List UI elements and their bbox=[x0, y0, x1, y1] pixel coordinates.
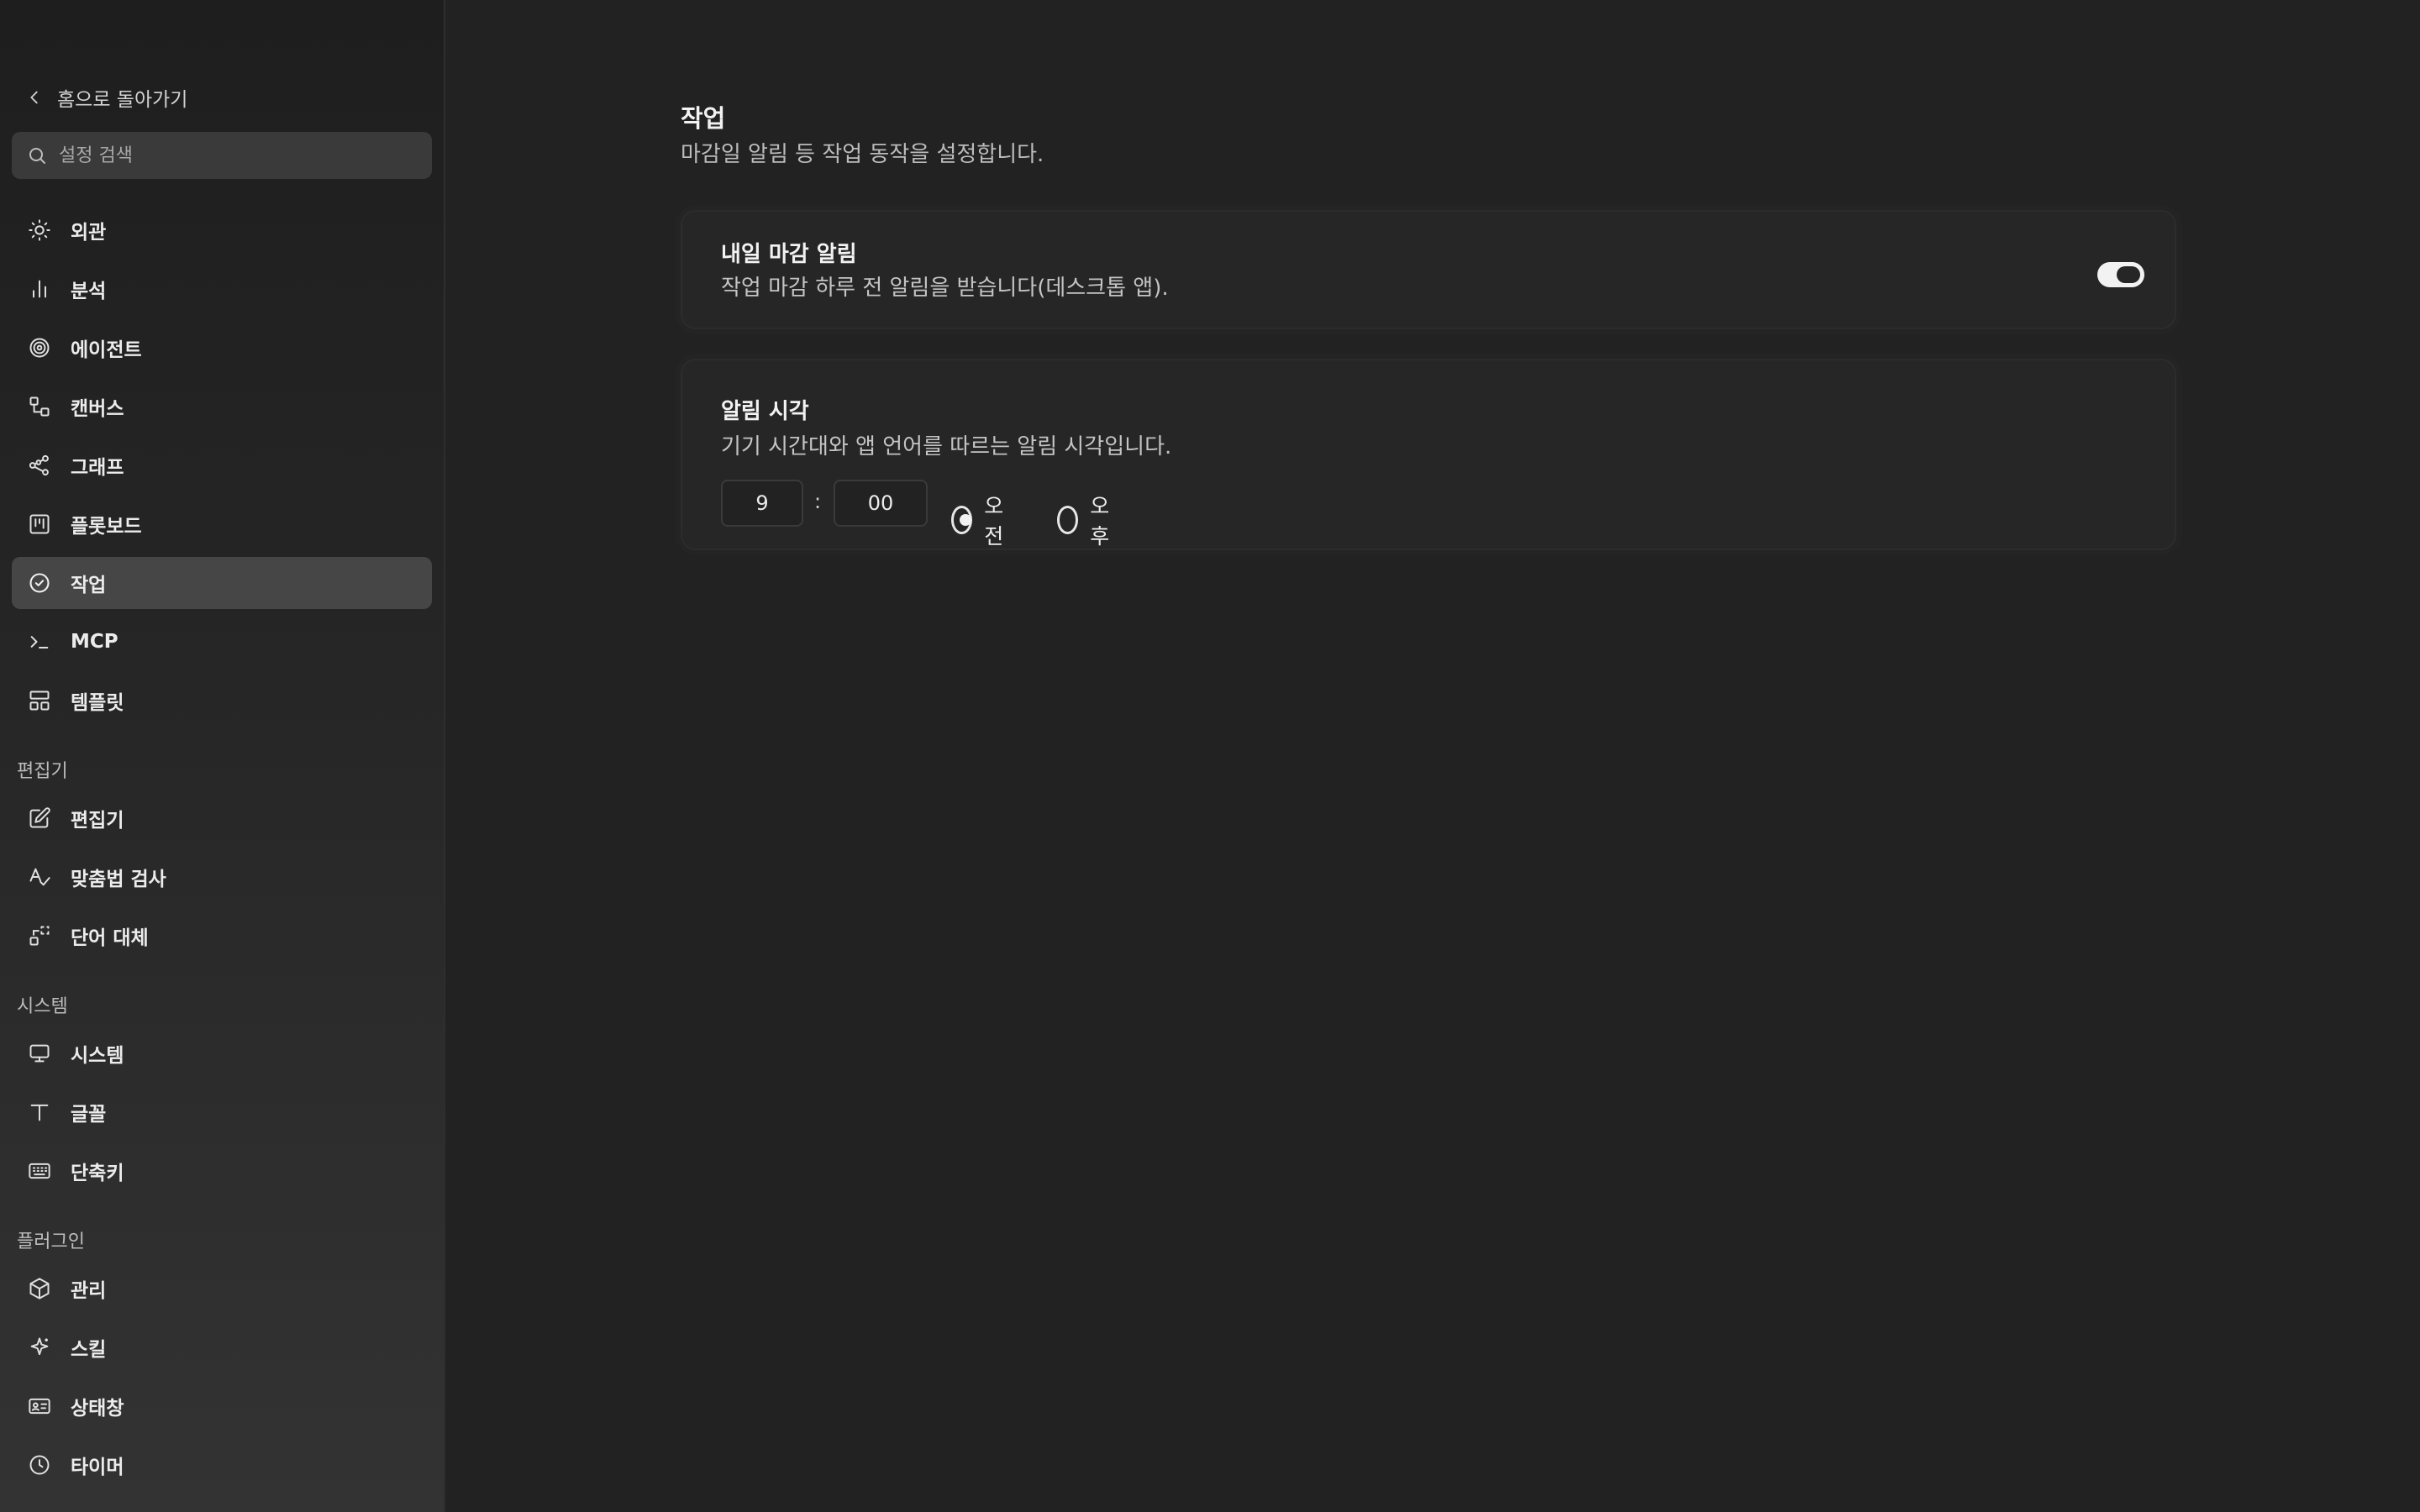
sidebar: 홈으로 돌아가기 외관 분석 에이전트 캔버스 그래프 bbox=[0, 0, 445, 1512]
sidebar-item-label: 단축키 bbox=[71, 1163, 124, 1184]
sidebar-item-label: 스킬 bbox=[71, 1339, 107, 1361]
back-to-home-label: 홈으로 돌아가기 bbox=[57, 89, 188, 111]
type-icon bbox=[27, 1100, 52, 1125]
settings-content: 작업 마감일 알림 등 작업 동작을 설정합니다. 내일 마감 알림 작업 마감… bbox=[447, 0, 2420, 1512]
sidebar-item-graph[interactable]: 그래프 bbox=[12, 439, 432, 491]
sidebar-item-templates[interactable]: 템플릿 bbox=[12, 675, 432, 727]
sun-icon bbox=[27, 218, 52, 243]
sidebar-item-canvas[interactable]: 캔버스 bbox=[12, 381, 432, 433]
sidebar-item-label: 편집기 bbox=[71, 810, 124, 832]
sidebar-item-status-bar[interactable]: 상태창 bbox=[12, 1380, 432, 1432]
kanban-icon bbox=[27, 512, 52, 537]
pm-radio-label: 오후 bbox=[1090, 494, 1110, 549]
id-card-icon bbox=[27, 1394, 52, 1419]
sidebar-item-manage[interactable]: 관리 bbox=[12, 1263, 432, 1315]
keyboard-icon bbox=[27, 1158, 52, 1184]
sidebar-item-label: 작업 bbox=[71, 575, 107, 596]
search-icon bbox=[29, 148, 45, 164]
sidebar-item-label: 단어 대체 bbox=[71, 927, 149, 949]
deadline-reminder-toggle[interactable] bbox=[2097, 262, 2144, 287]
sidebar-item-editor[interactable]: 편집기 bbox=[12, 792, 432, 844]
canvas-icon bbox=[27, 394, 52, 419]
spiral-icon bbox=[27, 335, 52, 360]
am-radio-circle[interactable] bbox=[951, 506, 973, 534]
sidebar-item-label: 플롯보드 bbox=[71, 516, 142, 538]
sidebar-item-agent[interactable]: 에이전트 bbox=[12, 322, 432, 374]
sidebar-item-label: 외관 bbox=[71, 222, 107, 244]
sidebar-item-label: 시스템 bbox=[71, 1045, 124, 1067]
package-icon bbox=[27, 1276, 52, 1301]
page-subtitle: 마감일 알림 등 작업 동작을 설정합니다. bbox=[681, 142, 1044, 167]
hour-input[interactable] bbox=[721, 480, 803, 527]
reminder-time-description: 기기 시간대와 앱 언어를 따르는 알림 시각입니다. bbox=[721, 434, 1172, 459]
sidebar-item-label: 상태창 bbox=[71, 1398, 124, 1420]
section-label-plugins: 플러그인 bbox=[17, 1231, 85, 1252]
search-input[interactable] bbox=[57, 144, 418, 167]
sidebar-item-fonts[interactable]: 글꼴 bbox=[12, 1086, 432, 1138]
chevron-left-icon bbox=[30, 91, 38, 104]
am-radio-label: 오전 bbox=[984, 494, 1004, 549]
sidebar-item-label: 관리 bbox=[71, 1280, 107, 1302]
bar-chart-icon bbox=[27, 276, 52, 302]
sidebar-item-plotboard[interactable]: 플롯보드 bbox=[12, 498, 432, 550]
template-icon bbox=[27, 688, 52, 713]
reminder-time-title: 알림 시각 bbox=[721, 399, 809, 424]
pm-radio-circle[interactable] bbox=[1057, 506, 1079, 534]
sidebar-item-label: 그래프 bbox=[71, 457, 124, 479]
graph-icon bbox=[27, 453, 52, 478]
sidebar-item-label: 분석 bbox=[71, 281, 107, 302]
am-radio[interactable]: 오전 bbox=[951, 490, 1011, 550]
check-circle-icon bbox=[27, 570, 52, 596]
section-label-system: 시스템 bbox=[17, 996, 68, 1017]
section-label-editor: 편집기 bbox=[17, 761, 68, 782]
sidebar-item-label: 템플릿 bbox=[71, 692, 124, 714]
reminder-time-card: 알림 시각 기기 시간대와 앱 언어를 따르는 알림 시각입니다. : 오전 오… bbox=[681, 359, 2176, 550]
sidebar-item-word-replace[interactable]: 단어 대체 bbox=[12, 910, 432, 962]
pm-radio[interactable]: 오후 bbox=[1057, 490, 1117, 550]
spellcheck-icon bbox=[27, 864, 52, 890]
sidebar-item-mcp[interactable]: MCP bbox=[12, 616, 432, 668]
sidebar-item-label: 맞춤법 검사 bbox=[71, 869, 166, 890]
replace-icon bbox=[27, 923, 52, 948]
sidebar-item-shortcuts[interactable]: 단축키 bbox=[12, 1145, 432, 1197]
sidebar-item-tasks[interactable]: 작업 bbox=[12, 557, 432, 609]
sparkle-icon bbox=[27, 1335, 52, 1360]
sidebar-item-label: 타이머 bbox=[71, 1457, 124, 1478]
sidebar-item-timer[interactable]: 타이머 bbox=[12, 1439, 432, 1491]
sidebar-item-spellcheck[interactable]: 맞춤법 검사 bbox=[12, 851, 432, 903]
deadline-reminder-description: 작업 마감 하루 전 알림을 받습니다(데스크톱 앱). bbox=[721, 276, 1169, 301]
page-title: 작업 bbox=[681, 104, 726, 133]
monitor-icon bbox=[27, 1041, 52, 1066]
time-separator: : bbox=[814, 490, 822, 513]
deadline-reminder-title: 내일 마감 알림 bbox=[721, 242, 857, 267]
sidebar-item-analytics[interactable]: 분석 bbox=[12, 263, 432, 315]
toggle-knob bbox=[2117, 266, 2140, 283]
sidebar-item-skills[interactable]: 스킬 bbox=[12, 1321, 432, 1373]
sidebar-item-label: MCP bbox=[71, 631, 118, 653]
sidebar-item-label: 캔버스 bbox=[71, 398, 124, 420]
deadline-reminder-card: 내일 마감 알림 작업 마감 하루 전 알림을 받습니다(데스크톱 앱). bbox=[681, 210, 2176, 329]
terminal-icon bbox=[27, 629, 52, 654]
settings-search[interactable] bbox=[12, 132, 432, 179]
clock-icon bbox=[27, 1452, 52, 1478]
sidebar-item-system[interactable]: 시스템 bbox=[12, 1027, 432, 1079]
sidebar-item-label: 에이전트 bbox=[71, 339, 142, 361]
back-to-home-link[interactable]: 홈으로 돌아가기 bbox=[25, 82, 187, 113]
minute-input[interactable] bbox=[834, 480, 928, 527]
sidebar-item-label: 글꼴 bbox=[71, 1104, 107, 1126]
sidebar-item-appearance[interactable]: 외관 bbox=[12, 204, 432, 256]
edit-icon bbox=[27, 806, 52, 831]
